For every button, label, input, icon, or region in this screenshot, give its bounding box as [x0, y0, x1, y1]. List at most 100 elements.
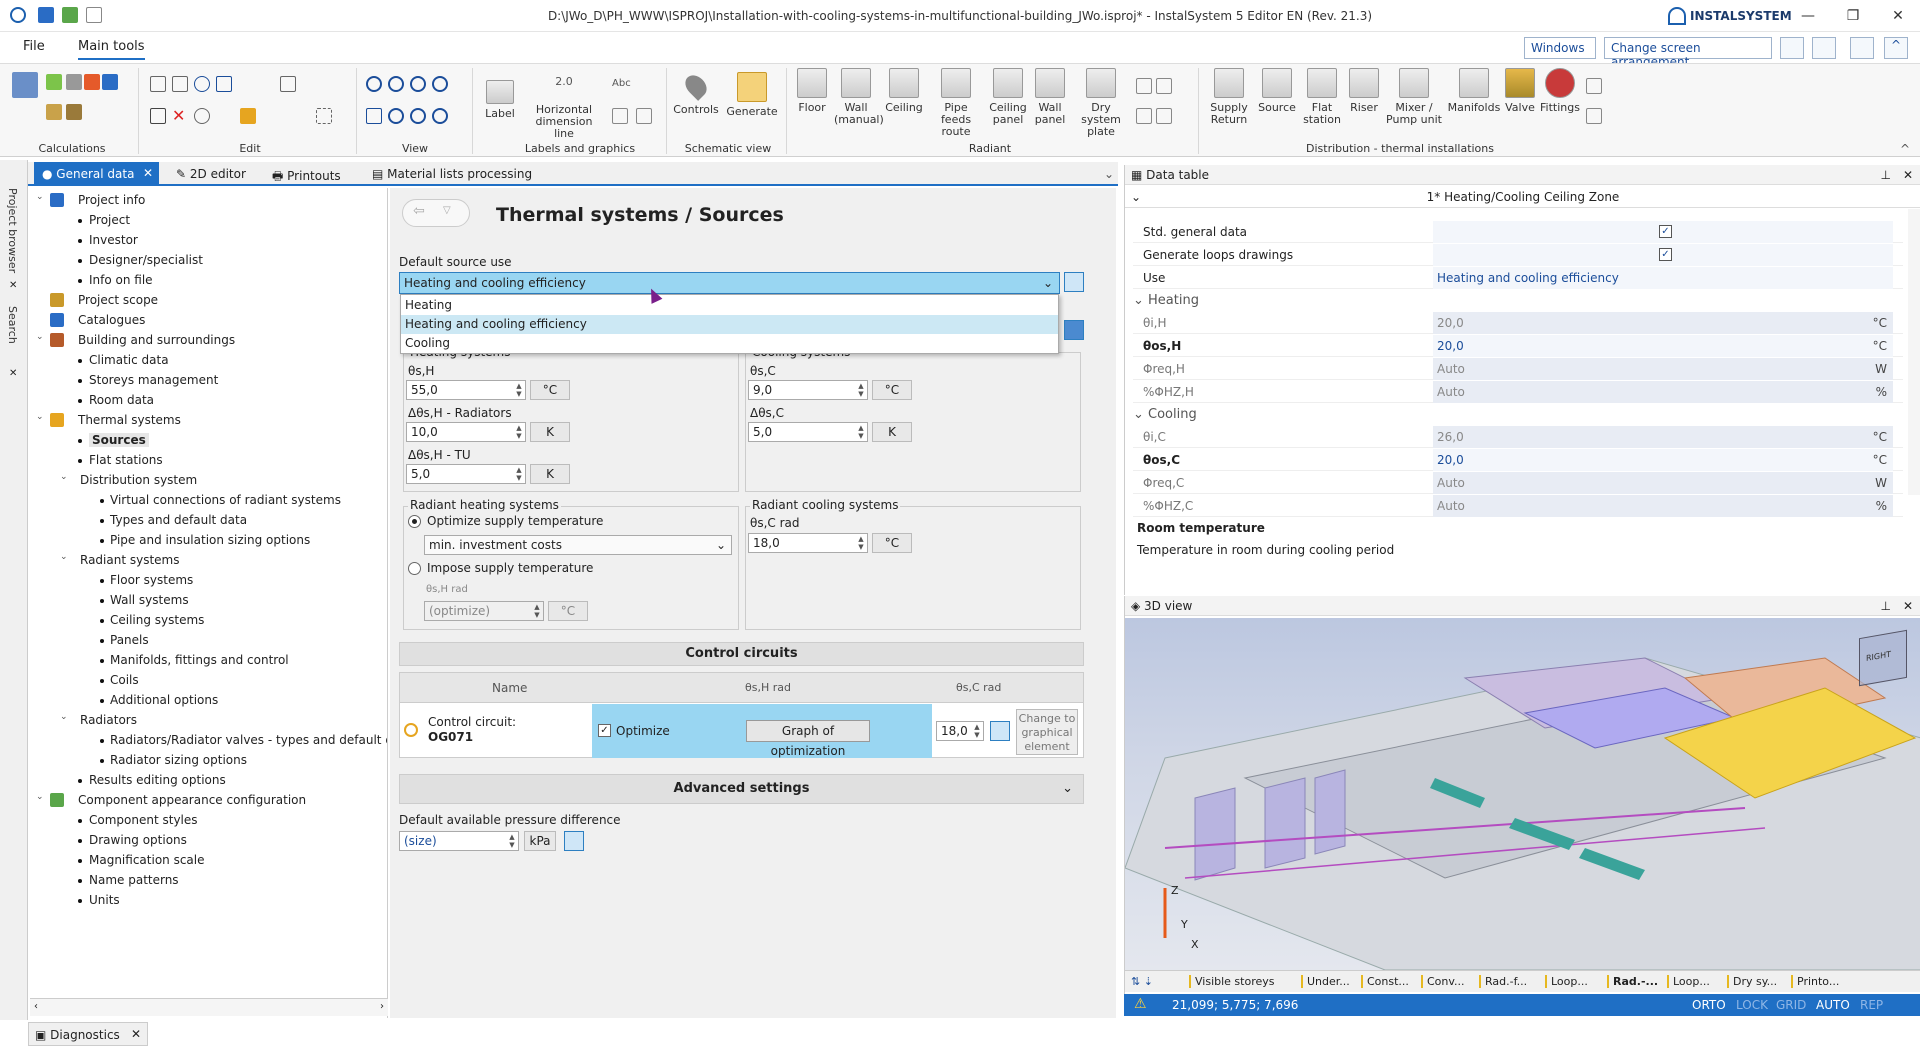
tree-item[interactable]: Virtual connections of radiant systems — [110, 493, 341, 507]
manifolds-button[interactable]: Manifolds — [1446, 68, 1502, 114]
view-cube[interactable]: RIGHT — [1859, 629, 1907, 687]
theta-sc-spinner[interactable]: ▲ ▼ — [856, 382, 866, 398]
project-browser-close-icon[interactable]: ✕ — [9, 280, 17, 291]
storey-nav-icon[interactable]: ⇅ ⇣ — [1131, 975, 1153, 988]
table-tool-icon[interactable] — [612, 108, 628, 124]
zoom-next-icon[interactable] — [410, 108, 426, 124]
pipe-feeds-button[interactable]: Pipe feeds route — [928, 68, 984, 138]
tree-item[interactable]: Room data — [89, 393, 154, 407]
restore-button[interactable]: ❐ — [1843, 6, 1863, 26]
dt-row-value[interactable]: Auto% — [1433, 495, 1893, 517]
valve-button[interactable]: Valve — [1502, 68, 1538, 114]
ceiling-button[interactable]: Ceiling — [882, 68, 926, 114]
minimize-button[interactable]: — — [1798, 6, 1818, 26]
tab-material-lists[interactable]: ▤ Material lists processing — [364, 162, 540, 186]
dry-system-button[interactable]: Dry system plate — [1070, 68, 1132, 138]
tree-item[interactable]: Project scope — [78, 293, 158, 307]
dt-row-value[interactable]: ✓ — [1433, 244, 1893, 266]
tree-item[interactable]: Component appearance configuration — [78, 793, 306, 807]
data-table-row[interactable]: %ΦHZ,H Auto% — [1133, 381, 1903, 403]
image-tool-icon[interactable] — [636, 108, 652, 124]
dt-row-value[interactable]: 20,0 °C — [1433, 335, 1893, 357]
dtheta-radiators-spinner[interactable]: ▲ ▼ — [514, 424, 524, 440]
calc-table-icon[interactable] — [12, 72, 38, 98]
storey-tab[interactable]: Const... — [1361, 975, 1409, 988]
data-table-row[interactable]: Generate loops drawings ✓ — [1133, 244, 1903, 266]
undo-icon[interactable] — [194, 76, 210, 92]
status-grid[interactable]: GRID — [1776, 998, 1806, 1012]
dt-row-value[interactable]: Auto W — [1433, 472, 1893, 494]
radiant-small-2-icon[interactable] — [1156, 78, 1172, 94]
collapse-ribbon-icon[interactable]: ^ — [1884, 37, 1908, 59]
option-cooling[interactable]: Cooling — [401, 334, 1058, 353]
calc-grey-icon[interactable] — [66, 74, 82, 90]
optimize-supply-radio[interactable] — [408, 515, 421, 528]
tree-item[interactable]: Panels — [110, 633, 149, 647]
impose-supply-radio[interactable] — [408, 562, 421, 575]
3d-pin-icon[interactable]: ⊥ — [1881, 599, 1891, 613]
tree-expander-icon[interactable]: ⌄ — [60, 472, 68, 482]
data-table-row[interactable]: θi,C 26,0 °C — [1133, 426, 1903, 448]
scroll-left-icon[interactable]: ‹ — [34, 1001, 38, 1012]
tab-2d-editor[interactable]: ✎ 2D editor — [168, 162, 254, 186]
pan-icon[interactable] — [366, 108, 382, 124]
storey-tab[interactable]: Printo... — [1791, 975, 1839, 988]
cc-optimize-checkbox[interactable]: ✓ — [598, 724, 611, 737]
option-heating-cooling[interactable]: Heating and cooling efficiency — [401, 315, 1058, 334]
diagnostics-tab[interactable]: ▣ Diagnostics ✕ — [28, 1022, 148, 1046]
3d-scene[interactable]: RIGHT Z Y X — [1124, 618, 1920, 971]
dt-row-value[interactable]: Heating and cooling efficiency — [1433, 267, 1893, 289]
source-button[interactable]: Source — [1254, 68, 1300, 114]
label-button[interactable]: Label — [480, 68, 520, 120]
tree-item[interactable]: Radiant systems — [80, 553, 180, 567]
tree-expander-icon[interactable]: ⌄ — [36, 332, 44, 342]
tree-item[interactable]: Ceiling systems — [110, 613, 204, 627]
scroll-right-icon[interactable]: › — [380, 1001, 384, 1012]
radiant-small-1-icon[interactable] — [1136, 78, 1152, 94]
tree-item[interactable]: Project info — [78, 193, 145, 207]
diagnostics-close-icon[interactable]: ✕ — [131, 1027, 141, 1041]
riser-button[interactable]: Riser — [1344, 68, 1384, 114]
calc-green-icon[interactable] — [46, 74, 62, 90]
project-browser-tab[interactable]: Project browser — [6, 188, 19, 273]
graph-optimization-button[interactable]: Graph of optimization — [746, 720, 870, 758]
cut-icon[interactable] — [150, 108, 166, 124]
tree-item[interactable]: Magnification scale — [89, 853, 205, 867]
tree-item[interactable]: Manifolds, fittings and control — [110, 653, 289, 667]
select-icon[interactable] — [316, 108, 332, 124]
cc-cool-input[interactable]: 18,0 ▲ ▼ — [936, 721, 984, 741]
layers-icon[interactable] — [1812, 37, 1836, 59]
warning-icon[interactable]: ⚠ — [1134, 996, 1147, 1012]
zoom-prev-icon[interactable] — [388, 108, 404, 124]
tree-item[interactable]: Flat stations — [89, 453, 163, 467]
search-close-icon[interactable]: ✕ — [9, 368, 17, 379]
source-use-picker-icon[interactable] — [1064, 272, 1084, 292]
back-forward-button[interactable]: ⇦ ▽ — [402, 199, 470, 227]
data-table-close-icon[interactable]: ✕ — [1903, 168, 1913, 182]
change-screen-dropdown[interactable]: Change screen arrangement ⌄ — [1604, 37, 1772, 69]
move-icon[interactable] — [280, 76, 296, 92]
tree-item[interactable]: Types and default data — [110, 513, 247, 527]
data-table-row[interactable]: Φreq,H Auto W — [1133, 358, 1903, 380]
tree-item[interactable]: Building and surroundings — [78, 333, 235, 347]
tree-item[interactable]: Floor systems — [110, 573, 193, 587]
supply-return-button[interactable]: Supply Return — [1204, 68, 1254, 126]
pressure-picker-icon[interactable] — [564, 831, 584, 851]
theta-scrad-input[interactable]: 18,0 ▲ ▼ — [748, 533, 868, 553]
mixer-pump-button[interactable]: Mixer / Pump unit — [1384, 68, 1444, 126]
pressure-spinner[interactable]: ▲ ▼ — [507, 833, 517, 849]
calc-report-icon[interactable] — [66, 104, 82, 120]
tree-item[interactable]: Radiators — [80, 713, 137, 727]
tree-item[interactable]: Component styles — [89, 813, 198, 827]
storey-tab[interactable]: Conv... — [1421, 975, 1465, 988]
tree-expander-icon[interactable]: ⌄ — [36, 192, 44, 202]
copy-icon[interactable] — [150, 76, 166, 92]
settings-icon[interactable] — [1850, 37, 1874, 59]
screen-layout-icon[interactable] — [1780, 37, 1804, 59]
data-table-row[interactable]: θos,C 20,0 °C — [1133, 449, 1903, 471]
storey-tab[interactable]: Dry sy... — [1727, 975, 1777, 988]
dt-row-value[interactable]: Auto W — [1433, 358, 1893, 380]
zoom-out-icon[interactable] — [388, 76, 404, 92]
tree-item[interactable]: Distribution system — [80, 473, 197, 487]
storey-tab[interactable]: Loop... — [1545, 975, 1588, 988]
